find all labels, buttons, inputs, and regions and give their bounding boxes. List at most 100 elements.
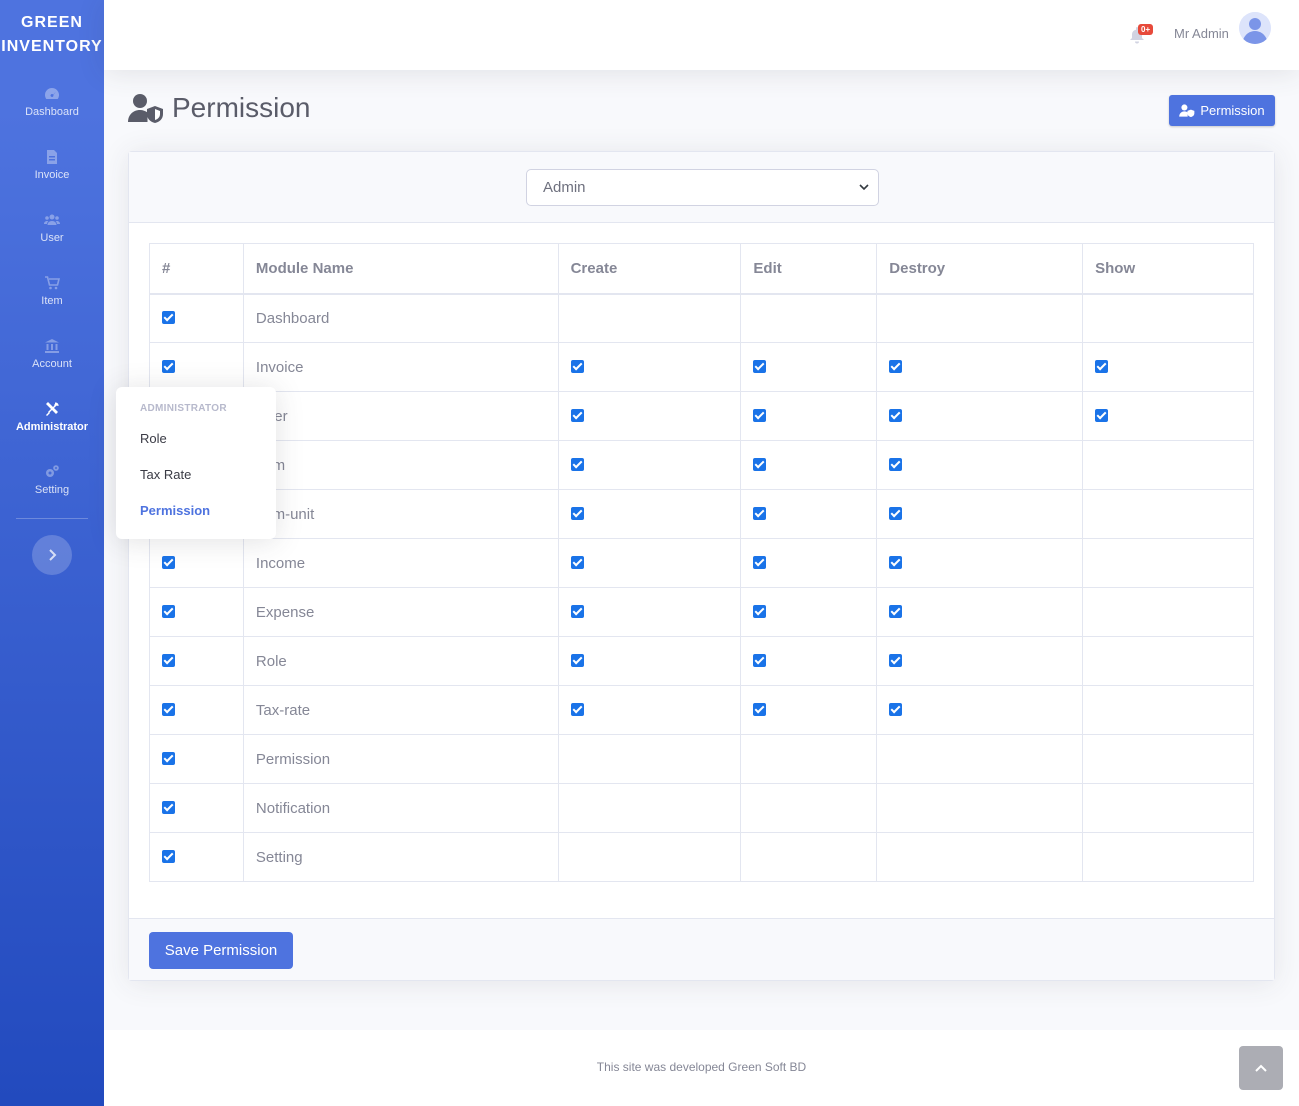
user-name[interactable]: Mr Admin — [1174, 26, 1229, 41]
create-checkbox[interactable] — [570, 702, 584, 716]
card-footer: Save Permission — [129, 918, 1274, 980]
sidebar-toggle-button[interactable] — [32, 535, 72, 575]
create-checkbox[interactable] — [570, 604, 584, 618]
show-checkbox[interactable] — [1095, 359, 1109, 373]
table-row: Permission — [149, 734, 1254, 784]
create-checkbox[interactable] — [570, 359, 584, 373]
brand-line-1: GREEN — [21, 14, 83, 31]
edit-cell — [740, 636, 878, 686]
module-name: Income — [242, 538, 559, 588]
create-cell — [557, 538, 742, 588]
edit-checkbox[interactable] — [753, 555, 767, 569]
row-select-checkbox[interactable] — [162, 359, 175, 373]
destroy-checkbox[interactable] — [889, 457, 903, 471]
role-select-value: Admin — [543, 179, 586, 196]
edit-cell — [740, 734, 878, 784]
destroy-checkbox[interactable] — [889, 604, 903, 618]
scroll-to-top-button[interactable] — [1239, 1046, 1283, 1090]
edit-cell — [740, 293, 878, 343]
show-checkbox[interactable] — [1095, 408, 1109, 422]
destroy-checkbox[interactable] — [889, 359, 903, 373]
row-select-checkbox[interactable] — [162, 653, 175, 667]
administrator-flyout-menu: ADMINISTRATOR Role Tax Rate Permission — [116, 387, 276, 539]
sidebar: GREEN INVENTORY Dashboard Invoice User I… — [0, 0, 104, 1106]
row-select-checkbox[interactable] — [162, 555, 175, 569]
edit-cell — [740, 685, 878, 735]
permission-button[interactable]: Permission — [1169, 95, 1275, 126]
create-cell — [557, 587, 742, 637]
create-checkbox[interactable] — [570, 408, 584, 422]
brand-logo[interactable]: GREEN INVENTORY — [0, 0, 104, 70]
avatar[interactable] — [1239, 12, 1271, 44]
edit-checkbox[interactable] — [753, 457, 767, 471]
chevron-right-icon — [49, 549, 57, 561]
row-select-cell — [149, 293, 244, 343]
permission-button-label: Permission — [1200, 103, 1265, 118]
module-name: Setting — [242, 832, 559, 882]
table-row: Dashboard — [149, 293, 1254, 343]
table-row: Tax-rate — [149, 685, 1254, 735]
permission-card: Admin # Module Name Create Edit Destroy … — [128, 151, 1275, 981]
row-select-checkbox[interactable] — [162, 751, 175, 765]
table-row: Notification — [149, 783, 1254, 833]
edit-checkbox[interactable] — [753, 506, 767, 520]
sidebar-item-user[interactable]: User — [0, 196, 104, 259]
chevron-down-icon — [859, 184, 869, 191]
destroy-checkbox[interactable] — [889, 702, 903, 716]
edit-cell — [740, 440, 878, 490]
sidebar-item-item[interactable]: Item — [0, 259, 104, 322]
edit-checkbox[interactable] — [753, 653, 767, 667]
destroy-cell — [876, 440, 1084, 490]
table-row: Item — [149, 440, 1254, 490]
chevron-up-icon — [1255, 1064, 1267, 1072]
edit-cell — [740, 489, 878, 539]
destroy-checkbox[interactable] — [889, 555, 903, 569]
sidebar-item-account[interactable]: Account — [0, 322, 104, 385]
column-header-index: # — [149, 243, 244, 295]
sidebar-item-label: User — [40, 231, 64, 244]
sidebar-item-dashboard[interactable]: Dashboard — [0, 70, 104, 133]
flyout-item-tax-rate[interactable]: Tax Rate — [116, 458, 276, 494]
table-row: Expense — [149, 587, 1254, 637]
table-row: User — [149, 391, 1254, 441]
module-name: Notification — [242, 783, 559, 833]
create-cell — [557, 832, 742, 882]
show-cell — [1082, 636, 1254, 686]
show-cell — [1082, 489, 1254, 539]
row-select-checkbox[interactable] — [162, 702, 175, 716]
create-checkbox[interactable] — [570, 506, 584, 520]
edit-checkbox[interactable] — [753, 359, 767, 373]
row-select-checkbox[interactable] — [162, 310, 175, 324]
role-select[interactable]: Admin — [526, 169, 879, 206]
create-checkbox[interactable] — [570, 457, 584, 471]
column-header-show: Show — [1082, 243, 1254, 295]
edit-checkbox[interactable] — [753, 702, 767, 716]
flyout-item-permission[interactable]: Permission — [116, 494, 276, 530]
sidebar-item-setting[interactable]: Setting — [0, 448, 104, 511]
sidebar-item-administrator[interactable]: Administrator — [0, 385, 104, 448]
flyout-item-role[interactable]: Role — [116, 422, 276, 458]
card-header: Admin — [129, 152, 1274, 223]
cogs-icon — [46, 464, 59, 477]
create-checkbox[interactable] — [570, 555, 584, 569]
destroy-checkbox[interactable] — [889, 653, 903, 667]
cart-icon — [45, 275, 60, 289]
row-select-checkbox[interactable] — [162, 849, 175, 863]
create-cell — [557, 391, 742, 441]
destroy-cell — [876, 636, 1084, 686]
row-select-checkbox[interactable] — [162, 800, 175, 814]
edit-checkbox[interactable] — [753, 408, 767, 422]
user-shield-icon — [1179, 104, 1195, 117]
save-permission-button[interactable]: Save Permission — [149, 932, 293, 969]
destroy-checkbox[interactable] — [889, 408, 903, 422]
footer-text: This site was developed Green Soft BD — [596, 1060, 807, 1074]
sidebar-item-invoice[interactable]: Invoice — [0, 133, 104, 196]
edit-checkbox[interactable] — [753, 604, 767, 618]
module-name: User — [242, 391, 559, 441]
create-checkbox[interactable] — [570, 653, 584, 667]
show-cell — [1082, 685, 1254, 735]
edit-cell — [740, 587, 878, 637]
module-name: Item — [242, 440, 559, 490]
row-select-checkbox[interactable] — [162, 604, 175, 618]
destroy-checkbox[interactable] — [889, 506, 903, 520]
